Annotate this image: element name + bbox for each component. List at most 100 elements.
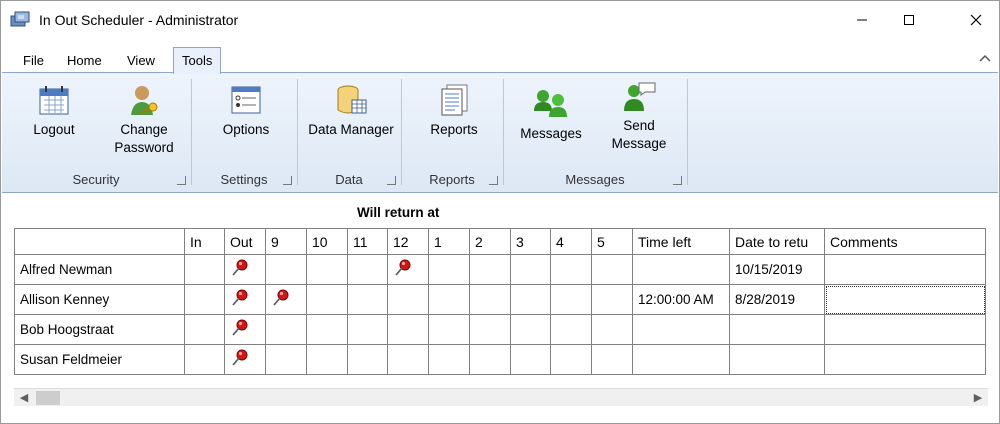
comments-cell[interactable] <box>824 344 986 375</box>
person-name-cell[interactable]: Bob Hoogstraat <box>14 314 185 345</box>
status-cell[interactable] <box>550 344 592 375</box>
status-cell[interactable] <box>224 284 266 315</box>
status-cell[interactable] <box>184 314 225 345</box>
status-cell[interactable] <box>428 254 470 285</box>
tab-file[interactable]: File <box>15 51 52 73</box>
date-cell[interactable]: 10/15/2019 <box>729 254 825 285</box>
column-header[interactable]: Out <box>224 228 266 255</box>
send-message-button[interactable]: Send Message <box>604 79 674 153</box>
column-header[interactable]: 11 <box>347 228 388 255</box>
status-cell[interactable] <box>591 314 633 345</box>
status-cell[interactable] <box>306 344 348 375</box>
status-cell[interactable] <box>387 344 429 375</box>
data-manager-button[interactable]: Data Manager <box>306 83 396 139</box>
status-cell[interactable] <box>387 314 429 345</box>
table-row[interactable]: Susan Feldmeier <box>14 344 986 375</box>
status-cell[interactable] <box>469 284 511 315</box>
status-cell[interactable] <box>184 254 225 285</box>
time-left-cell[interactable] <box>632 344 730 375</box>
time-left-cell[interactable]: 12:00:00 AM <box>632 284 730 315</box>
maximize-button[interactable] <box>886 1 932 39</box>
status-cell[interactable] <box>184 344 225 375</box>
column-header[interactable]: Date to retu <box>729 228 825 255</box>
horizontal-scrollbar[interactable]: ◀ ▶ <box>14 388 988 406</box>
reports-button[interactable]: Reports <box>424 83 484 139</box>
settings-launcher-icon[interactable] <box>283 176 292 185</box>
status-cell[interactable] <box>387 284 429 315</box>
comments-cell[interactable] <box>824 284 986 315</box>
status-cell[interactable] <box>306 254 348 285</box>
column-header[interactable]: 2 <box>469 228 511 255</box>
status-cell[interactable] <box>469 344 511 375</box>
column-header[interactable]: Time left <box>632 228 730 255</box>
column-header[interactable]: 1 <box>428 228 470 255</box>
status-cell[interactable] <box>265 284 307 315</box>
status-cell[interactable] <box>224 254 266 285</box>
status-cell[interactable] <box>550 284 592 315</box>
column-header[interactable]: 9 <box>265 228 307 255</box>
person-name-cell[interactable]: Allison Kenney <box>14 284 185 315</box>
status-cell[interactable] <box>306 284 348 315</box>
reports-launcher-icon[interactable] <box>489 176 498 185</box>
status-cell[interactable] <box>184 284 225 315</box>
column-header[interactable]: 4 <box>550 228 592 255</box>
messages-button[interactable]: Messages <box>516 87 586 143</box>
column-header[interactable]: In <box>184 228 225 255</box>
status-cell[interactable] <box>224 344 266 375</box>
status-cell[interactable] <box>591 344 633 375</box>
status-cell[interactable] <box>591 284 633 315</box>
status-cell[interactable] <box>387 254 429 285</box>
column-header[interactable]: 3 <box>510 228 551 255</box>
status-cell[interactable] <box>428 284 470 315</box>
tab-view[interactable]: View <box>119 51 163 73</box>
status-cell[interactable] <box>224 314 266 345</box>
status-cell[interactable] <box>510 344 551 375</box>
status-cell[interactable] <box>428 344 470 375</box>
change-password-button[interactable]: Change Password <box>106 83 182 157</box>
status-cell[interactable] <box>265 254 307 285</box>
table-row[interactable]: Allison Kenney 12:00:00 AM 8/28/2019 <box>14 284 986 315</box>
date-cell[interactable] <box>729 314 825 345</box>
status-cell[interactable] <box>428 314 470 345</box>
status-cell[interactable] <box>510 284 551 315</box>
date-cell[interactable] <box>729 344 825 375</box>
minimize-button[interactable] <box>839 1 885 39</box>
security-launcher-icon[interactable] <box>177 176 186 185</box>
time-left-cell[interactable] <box>632 254 730 285</box>
ribbon-collapse-icon[interactable] <box>979 53 991 63</box>
column-header[interactable] <box>14 228 185 255</box>
person-name-cell[interactable]: Alfred Newman <box>14 254 185 285</box>
tab-home[interactable]: Home <box>59 51 110 73</box>
status-cell[interactable] <box>550 314 592 345</box>
status-cell[interactable] <box>347 284 388 315</box>
status-cell[interactable] <box>306 314 348 345</box>
status-cell[interactable] <box>510 314 551 345</box>
person-name-cell[interactable]: Susan Feldmeier <box>14 344 185 375</box>
scroll-left-icon[interactable]: ◀ <box>16 390 32 406</box>
tab-tools[interactable]: Tools <box>173 47 222 74</box>
close-button[interactable] <box>953 1 999 39</box>
status-cell[interactable] <box>591 254 633 285</box>
table-row[interactable]: Alfred Newman 10/15/2019 <box>14 254 986 285</box>
column-header[interactable]: 10 <box>306 228 348 255</box>
comments-cell[interactable] <box>824 254 986 285</box>
status-cell[interactable] <box>469 254 511 285</box>
data-launcher-icon[interactable] <box>387 176 396 185</box>
column-header[interactable]: 12 <box>387 228 429 255</box>
column-header[interactable]: 5 <box>591 228 633 255</box>
table-row[interactable]: Bob Hoogstraat <box>14 314 986 345</box>
messages-launcher-icon[interactable] <box>673 176 682 185</box>
status-cell[interactable] <box>550 254 592 285</box>
comments-cell[interactable] <box>824 314 986 345</box>
time-left-cell[interactable] <box>632 314 730 345</box>
column-header[interactable]: Comments <box>824 228 986 255</box>
status-cell[interactable] <box>265 344 307 375</box>
status-cell[interactable] <box>347 254 388 285</box>
options-button[interactable]: Options <box>216 83 276 139</box>
status-cell[interactable] <box>510 254 551 285</box>
scroll-thumb[interactable] <box>36 391 60 405</box>
date-cell[interactable]: 8/28/2019 <box>729 284 825 315</box>
scroll-right-icon[interactable]: ▶ <box>970 390 986 406</box>
logout-button[interactable]: Logout <box>24 83 84 139</box>
status-cell[interactable] <box>265 314 307 345</box>
